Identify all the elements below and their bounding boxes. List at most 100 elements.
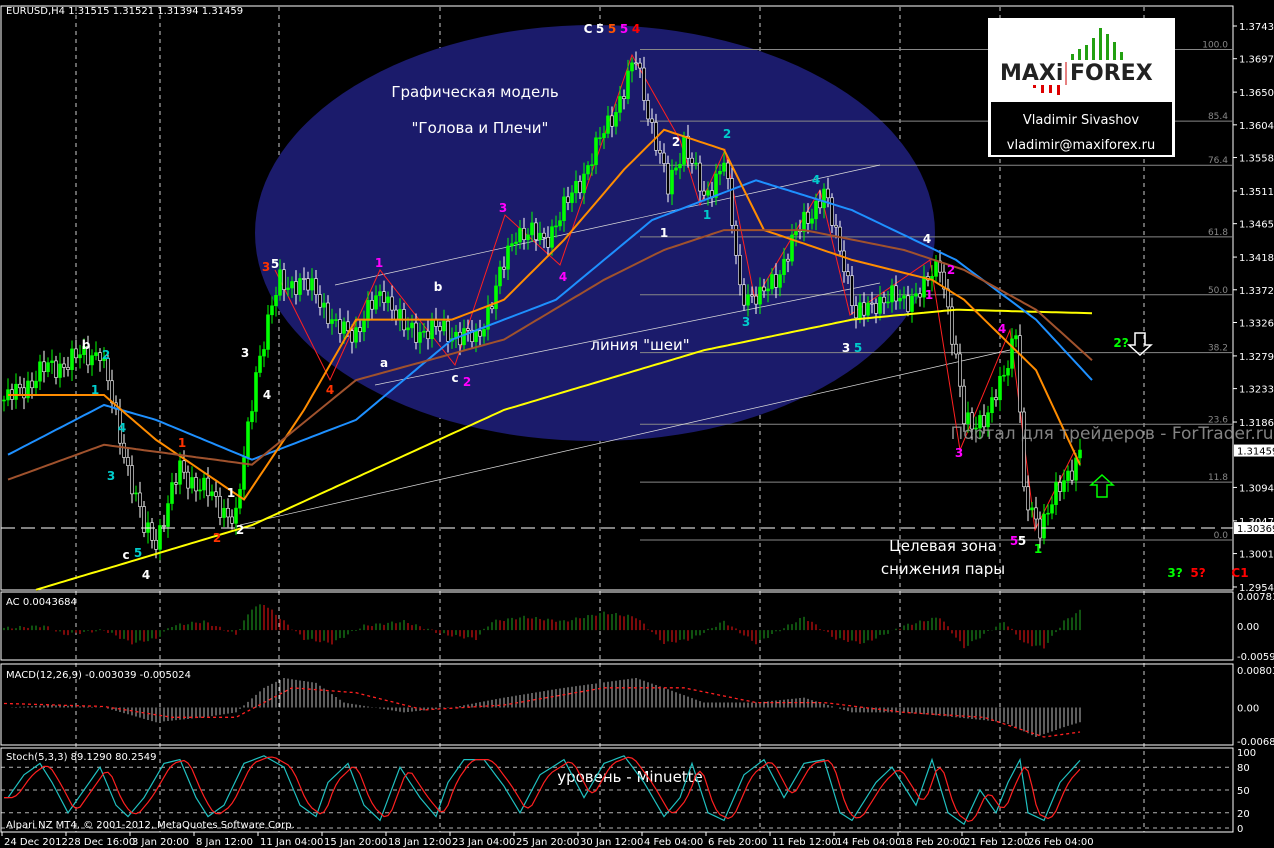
candle-body [290, 281, 294, 289]
stoch-label: Stoch(5,3,3) 89.1290 80.2549 [6, 752, 157, 763]
wave-label: a [380, 356, 388, 370]
candle-body [546, 237, 550, 248]
candle [1066, 465, 1070, 492]
candle-body [966, 412, 970, 424]
watermark: Портал для трейдеров - ForTrader.ru [950, 424, 1273, 444]
candle-body [214, 491, 218, 497]
candle-body [1042, 513, 1046, 539]
candle [14, 373, 18, 409]
candle-body [954, 343, 958, 355]
candle [226, 498, 230, 528]
candle-body [890, 285, 894, 303]
candle-body [634, 62, 638, 65]
wave-label: 4 [923, 232, 931, 246]
candle-body [190, 477, 194, 489]
candle-body [730, 178, 734, 226]
candle-body [50, 360, 54, 363]
candle-body [66, 367, 70, 370]
candle [958, 343, 962, 398]
candle-body [898, 297, 902, 302]
indicator-tick-label: 0.007811 [1237, 592, 1274, 603]
candle-body [418, 332, 422, 343]
price-tick-label: 1.32790 [1239, 352, 1274, 363]
candle-body [538, 232, 542, 240]
candle-body [694, 162, 698, 165]
candle [1018, 324, 1022, 423]
candle-body [1074, 457, 1078, 481]
candle-body [266, 314, 270, 350]
candle-body [170, 482, 174, 504]
candle-body [250, 411, 254, 423]
candle-body [518, 228, 522, 243]
candle-body [638, 62, 642, 69]
stoch-signal-line [4, 756, 1081, 823]
candle [54, 355, 58, 385]
price-tick-label: 1.30010 [1239, 550, 1274, 561]
candle-body [822, 188, 826, 209]
price-tick-label: 1.34650 [1239, 220, 1274, 231]
wave-label: 3 [955, 446, 963, 460]
candle-body [614, 112, 618, 127]
candle-body [814, 200, 818, 220]
current-price-label: 1.31459 [1237, 447, 1274, 458]
candle [166, 495, 170, 538]
candle [1006, 360, 1010, 386]
candle-body [574, 181, 578, 194]
candle-body [946, 288, 950, 308]
candle [146, 511, 150, 544]
candle-body [346, 321, 350, 331]
wave-label: 2 [463, 375, 471, 389]
candle-body [1030, 507, 1034, 511]
candle-body [350, 330, 354, 343]
candle-body [186, 471, 190, 489]
candle-body [786, 258, 790, 262]
wave-label: 2 [723, 127, 731, 141]
candle-body [850, 275, 854, 306]
candle-body [706, 190, 710, 196]
candle-body [474, 330, 478, 342]
neckline-label: линия "шеи" [590, 336, 689, 354]
candle-body [462, 328, 466, 346]
candle-body [18, 383, 22, 389]
candle-body [894, 285, 898, 302]
candle-body [358, 327, 362, 333]
candle-body [74, 348, 78, 359]
candle-body [222, 507, 226, 518]
candle [998, 366, 1002, 412]
wave-label: 4 [998, 322, 1006, 336]
candle-body [526, 234, 530, 241]
candle [1022, 407, 1026, 492]
copyright: Alpari NZ MT4, © 2001-2012, MetaQuotes S… [6, 820, 295, 831]
wave-label: 1 [178, 436, 186, 450]
candle-body [482, 329, 486, 337]
candle-body [854, 305, 858, 319]
wave-label: 1 [660, 226, 668, 240]
candle [242, 446, 246, 500]
candle-body [478, 330, 482, 337]
wave-label: 1 [375, 256, 383, 270]
time-axis: 24 Dec 2012 28 Dec 16:003 Jan 20:00 8 Jan … [1, 832, 1094, 848]
candle [18, 376, 22, 396]
candle-body [294, 281, 298, 295]
candle-body [154, 539, 158, 550]
minuette-label: уровень - Minuette [557, 768, 703, 786]
candle [934, 254, 938, 283]
candle-body [174, 482, 178, 485]
candle-body [870, 302, 874, 305]
candle-body [282, 269, 286, 290]
candle [22, 377, 26, 410]
candle-body [762, 286, 766, 292]
indicator-tick-label: -0.00593 [1237, 652, 1274, 663]
wave-label: 5? [1190, 566, 1205, 580]
candle-body [990, 397, 994, 414]
candle [190, 466, 194, 494]
price-tick-label: 1.36970 [1239, 55, 1274, 66]
pattern-title: Графическая модель [391, 83, 558, 101]
candle-body [778, 274, 782, 288]
candle-body [238, 489, 242, 509]
candle-body [802, 211, 806, 233]
candle-body [378, 291, 382, 296]
mt4-chart-window[interactable]: 0.011.823.638.250.061.876.485.4100.0 b21… [0, 0, 1274, 848]
ac-indicator [3, 604, 1081, 649]
svg-text:MAXi: MAXi [1000, 61, 1063, 86]
